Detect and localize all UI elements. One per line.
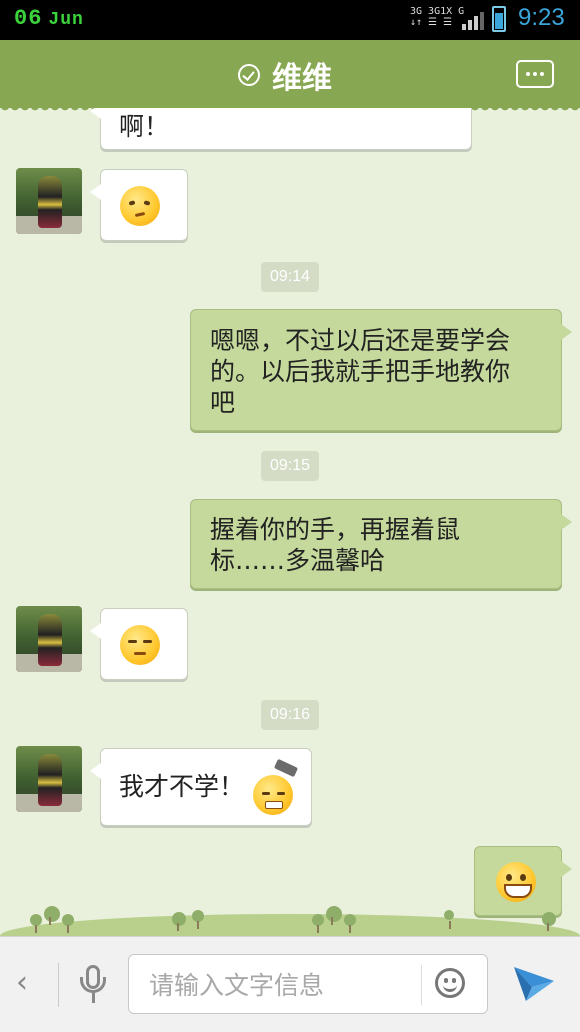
status-date-month: Jun xyxy=(48,10,84,30)
dot xyxy=(540,72,544,76)
chevron-left-icon[interactable]: ‹ xyxy=(16,965,28,1000)
more-dots-icon xyxy=(526,72,530,76)
timestamp: 09:14 xyxy=(261,262,319,292)
tree-decoration xyxy=(30,914,42,933)
message-line: 的。以后我就手把手地教你 xyxy=(210,357,511,386)
hammer-emoji-icon xyxy=(253,758,299,815)
tree-decoration xyxy=(444,910,454,929)
chat-title: 维维 xyxy=(272,61,332,96)
message-line: 握着你的手，再握着鼠 xyxy=(210,515,461,544)
tree-decoration xyxy=(344,914,356,933)
tree-decoration xyxy=(326,906,342,925)
tree-decoration xyxy=(62,914,74,933)
message-bubble-out[interactable]: 嗯嗯，不过以后还是要学会 的。以后我就手把手地教你 吧 xyxy=(190,309,572,431)
avatar[interactable] xyxy=(16,168,82,234)
smiley-icon[interactable] xyxy=(435,968,465,998)
tree-decoration xyxy=(192,910,204,929)
send-icon[interactable] xyxy=(512,963,556,1003)
more-menu-button[interactable] xyxy=(516,60,554,88)
input-bar: ‹ xyxy=(0,936,580,1032)
tree-decoration xyxy=(44,906,60,925)
message-input[interactable] xyxy=(147,965,421,1005)
message-text: 啊！ xyxy=(119,112,170,141)
input-separator xyxy=(421,965,422,1005)
title-bar: 维维 xyxy=(0,40,580,114)
tree-decoration xyxy=(542,912,556,931)
timestamp: 09:16 xyxy=(261,700,319,730)
message-text: 我才不学！ xyxy=(119,772,245,801)
title-wrap: 维维 xyxy=(238,58,332,96)
hill-decoration xyxy=(0,914,580,936)
status-bar: 06 Jun 3G 3G1X G ↓↑ ☰ ☰ 9:23 xyxy=(0,0,580,40)
check-circle-icon xyxy=(238,64,260,86)
avatar[interactable] xyxy=(16,606,82,672)
chat-area[interactable]: 啊！ 09:14 嗯嗯，不过以后还是要学会 的。以后我就手把手地教你 吧 09:… xyxy=(0,108,580,936)
message-bubble-out[interactable]: 握着你的手，再握着鼠 标……多温馨哈 xyxy=(190,499,572,589)
timestamp: 09:15 xyxy=(261,451,319,481)
smirk-emoji-icon xyxy=(120,186,160,226)
message-bubble-in[interactable] xyxy=(90,169,188,241)
avatar[interactable] xyxy=(16,746,82,812)
message-input-box[interactable] xyxy=(128,954,488,1014)
status-date-day: 06 xyxy=(14,6,43,31)
divider xyxy=(58,963,59,1007)
signal-icon xyxy=(462,10,484,30)
dot xyxy=(533,72,537,76)
microphone-icon[interactable] xyxy=(80,965,106,1005)
grumpy-emoji-icon xyxy=(120,625,160,665)
status-time: 9:23 xyxy=(518,4,565,31)
decorative-landscape xyxy=(0,890,580,936)
message-line: 标……多温馨哈 xyxy=(210,546,386,575)
network-type-icon: 3G 3G1X G ↓↑ ☰ ☰ xyxy=(410,6,465,28)
message-bubble-in[interactable]: 我才不学！ xyxy=(90,748,312,826)
tree-decoration xyxy=(312,914,324,933)
message-bubble-in[interactable]: 啊！ xyxy=(90,108,472,150)
message-line: 嗯嗯，不过以后还是要学会 xyxy=(210,326,511,355)
message-bubble-in[interactable] xyxy=(90,608,188,680)
battery-icon xyxy=(492,6,506,32)
status-date: 06 Jun xyxy=(14,6,84,31)
message-line: 吧 xyxy=(210,388,236,417)
tree-decoration xyxy=(172,912,186,931)
